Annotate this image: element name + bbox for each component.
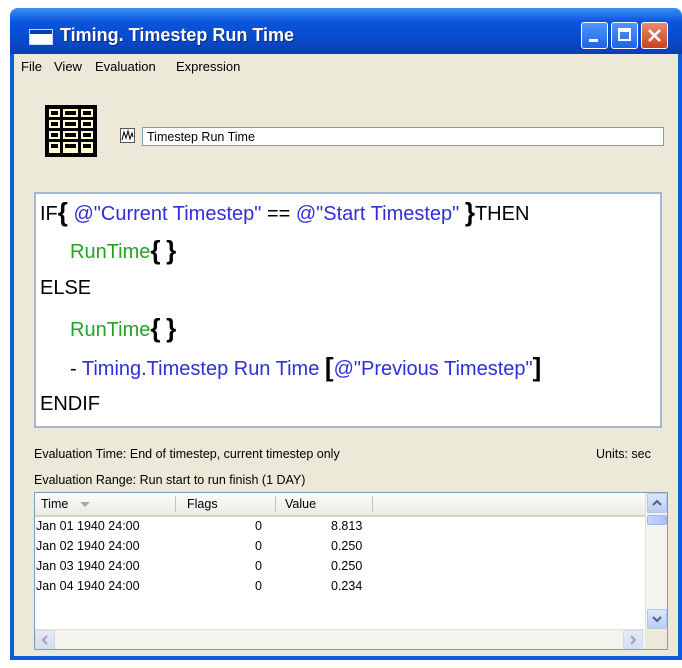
table-row[interactable]: Jan 04 1940 24:00 0 0.234	[35, 577, 635, 597]
table-row[interactable]: Jan 01 1940 24:00 0 8.813	[35, 517, 635, 537]
window-client-area: File View Evaluation Expression Timestep…	[14, 54, 678, 656]
chevron-left-icon	[41, 635, 48, 645]
table-row[interactable]: Jan 02 1940 24:00 0 0.250	[35, 537, 635, 557]
minimize-button[interactable]	[581, 22, 608, 49]
expr-line-5: - Timing.Timestep Run Time [@"Previous T…	[70, 352, 542, 382]
expr-line-2: RunTime{ }	[70, 235, 177, 265]
cell-time: Jan 03 1940 24:00	[36, 559, 140, 573]
close-button[interactable]	[641, 22, 668, 49]
scroll-up-button[interactable]	[647, 493, 667, 513]
chevron-right-icon	[630, 635, 637, 645]
graph-icon	[121, 129, 134, 141]
window-icon	[29, 29, 53, 45]
expr-line-1: IF{ @"Current Timestep" == @"Start Times…	[40, 197, 530, 227]
expr-line-3: ELSE	[40, 277, 92, 299]
cell-value: 0.250	[331, 559, 363, 573]
series-table: Time Flags Value Jan 01 1940 24:00 0 8.813…	[34, 492, 668, 650]
expr-line-4: RunTime{ }	[70, 313, 177, 343]
horizontal-scrollbar[interactable]	[35, 629, 645, 649]
slot-name-field[interactable]: Timestep Run Time	[142, 127, 664, 146]
cell-time: Jan 02 1940 24:00	[36, 539, 140, 553]
cell-time: Jan 01 1940 24:00	[36, 519, 140, 533]
cell-flags: 0	[255, 539, 262, 553]
menu-expression[interactable]: Expression	[176, 59, 240, 74]
cell-value: 8.813	[331, 519, 363, 533]
vertical-scroll-thumb[interactable]	[647, 515, 667, 525]
scroll-right-button[interactable]	[623, 630, 643, 649]
vertical-scrollbar[interactable]	[645, 493, 667, 629]
menu-view[interactable]: View	[54, 59, 82, 74]
series-graph-icon[interactable]	[120, 128, 135, 143]
table-row[interactable]: Jan 03 1940 24:00 0 0.250	[35, 557, 635, 577]
expr-line-6: ENDIF	[40, 393, 100, 415]
chevron-up-icon	[652, 499, 662, 506]
evaluation-time-label: Evaluation Time: End of timestep, curren…	[34, 447, 340, 461]
close-icon	[648, 29, 661, 42]
cell-value: 0.234	[331, 579, 363, 593]
scrollbar-corner	[645, 629, 667, 649]
cell-value: 0.250	[331, 539, 363, 553]
maximize-button[interactable]	[611, 22, 638, 49]
table-header: Time Flags Value	[35, 493, 645, 517]
cell-time: Jan 04 1940 24:00	[36, 579, 140, 593]
title-bar[interactable]: Timing. Timestep Run Time	[10, 8, 682, 54]
expression-editor[interactable]: IF{ @"Current Timestep" == @"Start Times…	[34, 192, 662, 428]
menu-evaluation[interactable]: Evaluation	[95, 59, 156, 74]
scroll-left-button[interactable]	[35, 630, 55, 649]
column-time[interactable]: Time	[41, 497, 91, 511]
chevron-down-icon	[652, 616, 662, 623]
window-title: Timing. Timestep Run Time	[60, 25, 295, 45]
expression-slot-window: Timing. Timestep Run Time File View Eval…	[10, 8, 682, 660]
cell-flags: 0	[255, 519, 262, 533]
column-value[interactable]: Value	[285, 497, 316, 511]
units-label: Units: sec	[596, 447, 651, 461]
scroll-down-button[interactable]	[647, 609, 667, 629]
menu-file[interactable]: File	[21, 59, 42, 74]
sort-arrow-icon	[80, 502, 91, 508]
column-flags[interactable]: Flags	[187, 497, 218, 511]
evaluation-range-label: Evaluation Range: Run start to run finis…	[34, 473, 306, 487]
table-slot-icon	[45, 105, 97, 157]
cell-flags: 0	[255, 559, 262, 573]
cell-flags: 0	[255, 579, 262, 593]
